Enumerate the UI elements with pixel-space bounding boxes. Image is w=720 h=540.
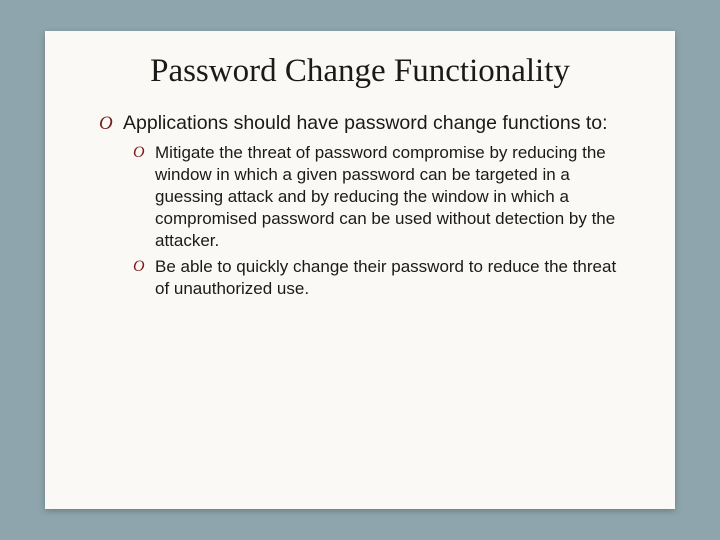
bullet-marker-icon: O bbox=[99, 111, 123, 136]
bullet-level2-text: Be able to quickly change their password… bbox=[155, 256, 627, 300]
bullet-level1: O Applications should have password chan… bbox=[99, 111, 627, 136]
slide-card: Password Change Functionality O Applicat… bbox=[45, 31, 675, 509]
bullet-level2-text: Mitigate the threat of password compromi… bbox=[155, 142, 627, 252]
bullet-marker-icon: O bbox=[133, 142, 155, 163]
slide-title: Password Change Functionality bbox=[93, 53, 627, 91]
bullet-marker-icon: O bbox=[133, 256, 155, 277]
bullet-level2: O Be able to quickly change their passwo… bbox=[133, 256, 627, 300]
bullet-level2: O Mitigate the threat of password compro… bbox=[133, 142, 627, 252]
bullet-level1-text: Applications should have password change… bbox=[123, 111, 608, 136]
